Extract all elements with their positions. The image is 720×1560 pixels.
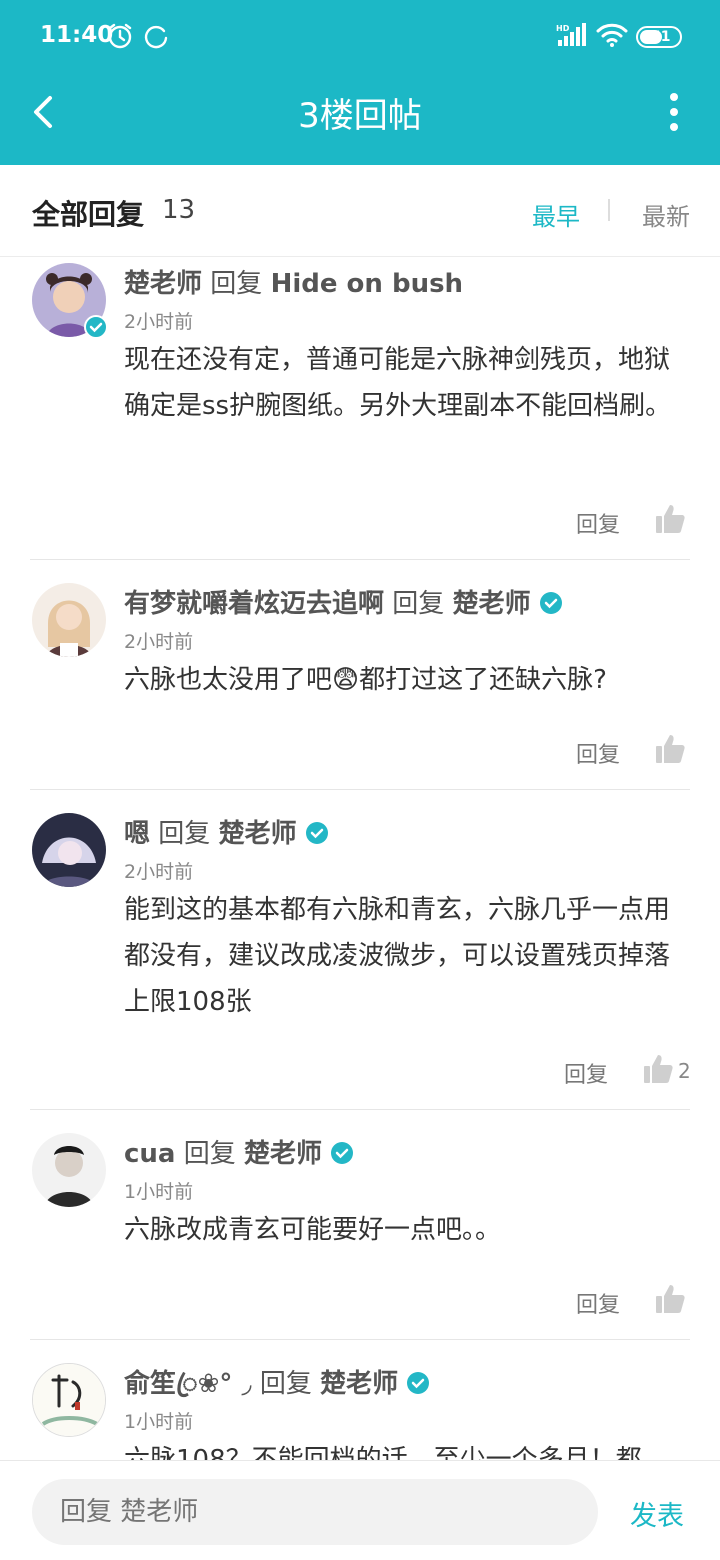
avatar-image [32, 813, 106, 887]
nav-bar: 3楼回帖 [0, 72, 720, 165]
divider [30, 1109, 690, 1110]
sync-icon [144, 25, 168, 49]
avatar[interactable] [32, 813, 106, 887]
reply-header: 楚老师 回复 Hide on bush [124, 263, 463, 300]
more-options-icon[interactable] [668, 92, 680, 132]
alarm-icon [108, 23, 132, 49]
like-thumb-icon[interactable] [654, 1283, 686, 1315]
battery-level: 51 [651, 29, 671, 45]
reply-to-label: 回复 [259, 1369, 312, 1399]
replies-header: 全部回复 13 最早 最新 [0, 165, 720, 257]
reply-time: 1小时前 [124, 1181, 194, 1203]
avatar[interactable] [32, 583, 106, 657]
reply-to-label: 回复 [158, 819, 211, 849]
reply-target[interactable]: 楚老师 [219, 819, 297, 849]
reply-to-label: 回复 [392, 589, 445, 619]
reply-time: 2小时前 [124, 861, 194, 883]
reply-header: 嗯 回复 楚老师 [124, 813, 329, 850]
all-replies-title: 全部回复 [32, 198, 145, 231]
divider [30, 789, 690, 790]
reply-target[interactable]: Hide on bush [271, 269, 464, 299]
battery-icon: 51 [636, 26, 682, 48]
sort-earliest-tab[interactable]: 最早 [532, 197, 580, 232]
reply-time: 2小时前 [124, 631, 194, 653]
reply-target[interactable]: 楚老师 [244, 1139, 322, 1169]
reply-target[interactable]: 楚老师 [320, 1369, 398, 1399]
avatar-image [32, 583, 106, 657]
wifi-icon [596, 23, 628, 47]
reply-text: 六脉108？不能回档的话，至少一个多月！都 [124, 1445, 642, 1460]
username[interactable]: 嗯 [124, 819, 150, 849]
username[interactable]: 俞笙ꦿ❀° ◞ [124, 1369, 252, 1399]
reply-text: 现在还没有定，普通可能是六脉神剑残页，地狱确定是ss护腕图纸。另外大理副本不能回… [124, 345, 672, 421]
avatar[interactable] [32, 1133, 106, 1207]
sort-latest-tab[interactable]: 最新 [642, 197, 690, 232]
reply-button[interactable]: 回复 [576, 737, 620, 769]
reply-to-label: 回复 [210, 269, 263, 299]
like-count: 2 [678, 1059, 691, 1083]
avatar-image [32, 1133, 106, 1207]
verified-badge-icon [539, 592, 562, 614]
reply-text: 六脉也太没用了吧😨都打过这了还缺六脉? [124, 657, 690, 703]
username[interactable]: 有梦就嚼着炫迈去追啊 [124, 589, 384, 619]
avatar-image [33, 1364, 105, 1436]
reply-time: 1小时前 [124, 1411, 194, 1433]
verified-badge-icon [331, 1142, 354, 1164]
top-bar: 11:40 HD 51 3楼回帖 [0, 0, 720, 165]
username[interactable]: cua [124, 1139, 175, 1169]
reply-target[interactable]: 楚老师 [453, 589, 531, 619]
avatar[interactable] [32, 1363, 106, 1437]
fearful-emoji: 😨 [332, 665, 360, 695]
network-label: HD [556, 24, 570, 33]
reply-to-label: 回复 [183, 1139, 236, 1169]
status-time: 11:40 [40, 22, 114, 48]
signal-icon: HD [556, 23, 586, 46]
page-title: 3楼回帖 [298, 96, 422, 136]
username[interactable]: 楚老师 [124, 269, 202, 299]
like-thumb-icon[interactable] [654, 733, 686, 765]
reply-text-part: 六脉也太没用了吧 [124, 665, 333, 695]
reply-input[interactable] [32, 1479, 598, 1545]
reply-button[interactable]: 回复 [576, 507, 620, 539]
verified-badge-icon [84, 315, 108, 339]
verified-badge-icon [407, 1372, 430, 1394]
reply-text: 能到这的基本都有六脉和青玄，六脉几乎一点用都没有，建议改成凌波微步，可以设置残页… [124, 895, 671, 1017]
reply-time: 2小时前 [124, 311, 194, 333]
divider [30, 1339, 690, 1340]
status-bar: 11:40 HD 51 [0, 0, 720, 72]
send-button[interactable]: 发表 [630, 1494, 684, 1533]
reply-list: 楚老师 回复 Hide on bush 2小时前 现在还没有定，普通可能是六脉神… [0, 257, 720, 1460]
sort-divider [608, 199, 610, 221]
reply-text: 六脉改成青玄可能要好一点吧。。 [124, 1215, 502, 1245]
verified-badge-icon [305, 822, 328, 844]
reply-input-bar: 发表 [0, 1460, 720, 1560]
reply-count: 13 [162, 195, 196, 225]
reply-header: 有梦就嚼着炫迈去追啊 回复 楚老师 [124, 583, 563, 620]
reply-button[interactable]: 回复 [564, 1057, 608, 1089]
like-thumb-icon[interactable] [642, 1053, 674, 1085]
reply-button[interactable]: 回复 [576, 1287, 620, 1319]
like-thumb-icon[interactable] [654, 503, 686, 535]
divider [30, 559, 690, 560]
reply-text-part: 都打过这了还缺六脉? [359, 665, 607, 695]
reply-header: cua 回复 楚老师 [124, 1133, 354, 1170]
